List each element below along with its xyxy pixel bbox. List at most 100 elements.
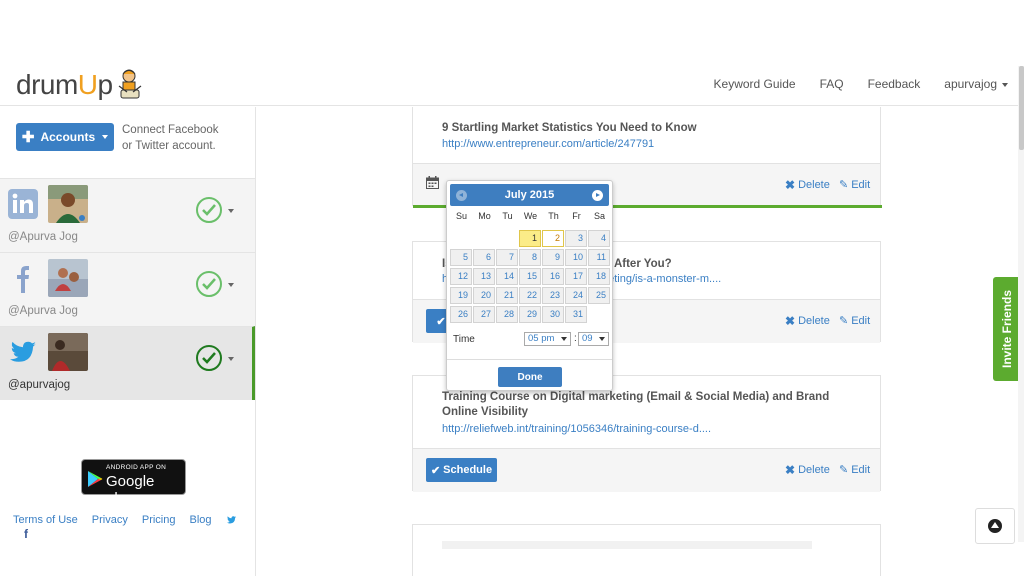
- day-cell[interactable]: 24: [565, 287, 587, 304]
- accounts-label: Accounts: [40, 130, 96, 144]
- delete-button[interactable]: ✖ Delete: [785, 178, 830, 192]
- chevron-down-icon: [599, 337, 605, 341]
- chevron-down-icon: [561, 337, 567, 341]
- drumup-logo[interactable]: drumUp: [16, 66, 145, 104]
- weekday-label: Sa: [593, 211, 605, 221]
- day-cell[interactable]: 26: [450, 306, 472, 323]
- back-to-top-button[interactable]: [975, 508, 1015, 544]
- day-cell[interactable]: 4: [588, 230, 610, 247]
- edit-button[interactable]: ✎ Edit: [839, 463, 870, 477]
- footer-terms-link[interactable]: Terms of Use: [13, 514, 78, 526]
- day-cell[interactable]: 27: [473, 306, 495, 323]
- day-cell[interactable]: 15: [519, 268, 541, 285]
- weekday-label: Th: [548, 211, 559, 221]
- delete-button[interactable]: ✖ Delete: [785, 463, 830, 477]
- facebook-icon[interactable]: f: [24, 527, 28, 541]
- day-cell[interactable]: 23: [542, 287, 564, 304]
- day-cell[interactable]: 13: [473, 268, 495, 285]
- day-cell[interactable]: 21: [496, 287, 518, 304]
- chevron-down-icon[interactable]: [228, 209, 234, 213]
- nav-feedback[interactable]: Feedback: [868, 77, 921, 91]
- check-circle-icon[interactable]: [196, 197, 222, 223]
- chevron-down-icon[interactable]: [228, 357, 234, 361]
- day-cell[interactable]: 1: [519, 230, 541, 247]
- day-cell[interactable]: 31: [565, 306, 587, 323]
- edit-button[interactable]: ✎ Edit: [839, 314, 870, 328]
- check-circle-icon[interactable]: [196, 345, 222, 371]
- footer-privacy-link[interactable]: Privacy: [92, 514, 128, 526]
- day-cell[interactable]: 14: [496, 268, 518, 285]
- accounts-button[interactable]: ✚ Accounts: [16, 123, 114, 151]
- calendar-icon[interactable]: [426, 176, 439, 189]
- nav-faq[interactable]: FAQ: [820, 77, 844, 91]
- day-cell[interactable]: 7: [496, 249, 518, 266]
- nav-keyword-guide[interactable]: Keyword Guide: [714, 77, 796, 91]
- day-cell[interactable]: 8: [519, 249, 541, 266]
- delete-button[interactable]: ✖ Delete: [785, 314, 830, 328]
- weekday-row: Su Mo Tu We Th Fr Sa: [450, 211, 611, 221]
- day-cell[interactable]: 12: [450, 268, 472, 285]
- edit-icon: ✎: [839, 179, 849, 191]
- account-handle: @Apurva Jog: [8, 231, 78, 243]
- plus-icon: ✚: [21, 129, 35, 146]
- day-cell[interactable]: 18: [588, 268, 610, 285]
- check-circle-icon[interactable]: [196, 271, 222, 297]
- day-cell[interactable]: 5: [450, 249, 472, 266]
- chevron-down-icon: [102, 135, 109, 139]
- day-cell[interactable]: 19: [450, 287, 472, 304]
- card-link[interactable]: http://reliefweb.int/training/1056346/tr…: [442, 423, 711, 435]
- empty-day-cell: [450, 230, 472, 247]
- footer-blog-link[interactable]: Blog: [189, 514, 211, 526]
- footer-pricing-link[interactable]: Pricing: [142, 514, 176, 526]
- day-cell[interactable]: 30: [542, 306, 564, 323]
- footer-links: Terms of Use Privacy Pricing Blog: [13, 514, 237, 526]
- next-month-icon[interactable]: [592, 190, 603, 201]
- day-cell[interactable]: 22: [519, 287, 541, 304]
- account-linkedin[interactable]: @Apurva Jog: [0, 178, 255, 252]
- account-facebook[interactable]: @Apurva Jog: [0, 252, 255, 326]
- close-icon: ✖: [785, 178, 796, 192]
- google-play-badge[interactable]: ANDROID APP ON Google play: [81, 459, 186, 507]
- day-cell[interactable]: 28: [496, 306, 518, 323]
- twitter-icon[interactable]: [226, 515, 237, 525]
- account-handle: @apurvajog: [8, 379, 71, 391]
- day-cell[interactable]: 17: [565, 268, 587, 285]
- card-title[interactable]: 9 Startling Market Statistics You Need t…: [442, 121, 697, 136]
- edit-button[interactable]: ✎ Edit: [839, 178, 870, 192]
- top-navbar: drumUp Keyword Guide FAQ Feedback apurva…: [0, 62, 1024, 106]
- day-cell[interactable]: 20: [473, 287, 495, 304]
- account-twitter[interactable]: @apurvajog: [0, 326, 255, 400]
- account-handle: @Apurva Jog: [8, 305, 78, 317]
- empty-day-cell: [496, 230, 518, 247]
- day-cell[interactable]: 25: [588, 287, 610, 304]
- time-separator: :: [574, 333, 577, 344]
- minute-select[interactable]: 09: [578, 332, 609, 346]
- main-content: 9 Startling Market Statistics You Need t…: [257, 107, 1024, 576]
- card-link[interactable]: http://www.entrepreneur.com/article/2477…: [442, 138, 654, 150]
- card-title-placeholder: [442, 541, 812, 549]
- weekday-label: Fr: [572, 211, 581, 221]
- check-icon: ✔: [430, 464, 441, 477]
- day-cell[interactable]: 11: [588, 249, 610, 266]
- prev-month-icon[interactable]: [456, 190, 467, 201]
- hour-select[interactable]: 05 pm: [524, 332, 571, 346]
- day-cell[interactable]: 2: [542, 230, 564, 247]
- schedule-button[interactable]: ✔ Schedule: [426, 458, 497, 482]
- close-icon: ✖: [785, 463, 796, 477]
- scrollbar-thumb[interactable]: [1019, 66, 1024, 150]
- card-title[interactable]: Training Course on Digital marketing (Em…: [442, 390, 842, 420]
- day-cell[interactable]: 29: [519, 306, 541, 323]
- user-menu[interactable]: apurvajog: [944, 77, 1008, 91]
- done-button[interactable]: Done: [498, 367, 562, 387]
- weekday-label: Su: [455, 211, 467, 221]
- chevron-down-icon[interactable]: [228, 283, 234, 287]
- day-cell[interactable]: 10: [565, 249, 587, 266]
- day-cell[interactable]: 16: [542, 268, 564, 285]
- chevron-down-icon: [1002, 82, 1008, 87]
- day-cell[interactable]: 3: [565, 230, 587, 247]
- datepicker-header: July 2015: [450, 184, 609, 206]
- date-picker: July 2015 Su Mo Tu We Th Fr Sa 1 2 3 4 5 6 7 8 9 10 11 12…: [446, 180, 613, 391]
- linkedin-icon: [8, 189, 38, 219]
- day-cell[interactable]: 6: [473, 249, 495, 266]
- day-cell[interactable]: 9: [542, 249, 564, 266]
